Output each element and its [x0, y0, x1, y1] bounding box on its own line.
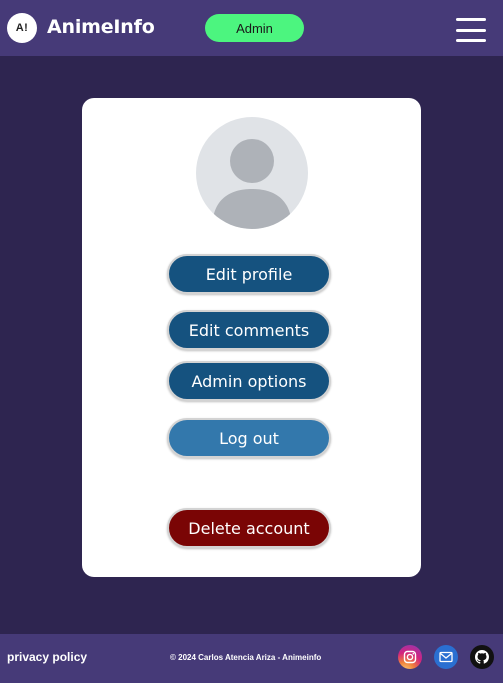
user-placeholder-icon — [212, 139, 292, 229]
footer: privacy policy © 2024 Carlos Atencia Ari… — [0, 634, 503, 683]
github-glyph — [475, 650, 489, 664]
log-out-button[interactable]: Log out — [167, 418, 331, 458]
copyright-text: © 2024 Carlos Atencia Ariza - Animeinfo — [170, 653, 322, 662]
hamburger-line — [456, 18, 486, 21]
github-icon[interactable] — [470, 645, 494, 669]
mail-icon[interactable] — [434, 645, 458, 669]
logo-text: A! — [15, 22, 29, 34]
brand-name[interactable]: AnimeInfo — [47, 16, 155, 38]
edit-profile-button[interactable]: Edit profile — [167, 254, 331, 294]
admin-options-button[interactable]: Admin options — [167, 361, 331, 401]
hamburger-menu-icon[interactable] — [456, 18, 486, 42]
instagram-glyph — [403, 650, 417, 664]
privacy-policy-link[interactable]: privacy policy — [7, 650, 87, 664]
edit-comments-button[interactable]: Edit comments — [167, 310, 331, 350]
logo-icon[interactable]: A! — [7, 13, 37, 43]
admin-button[interactable]: Admin — [205, 14, 304, 42]
hamburger-line — [456, 28, 486, 32]
avatar — [196, 117, 308, 229]
mail-glyph — [439, 651, 453, 663]
hamburger-line — [456, 39, 486, 42]
top-navbar: A! AnimeInfo Admin — [0, 0, 503, 56]
delete-account-button[interactable]: Delete account — [167, 508, 331, 548]
instagram-icon[interactable] — [398, 645, 422, 669]
profile-card: Edit profile Edit comments Admin options… — [82, 98, 421, 577]
